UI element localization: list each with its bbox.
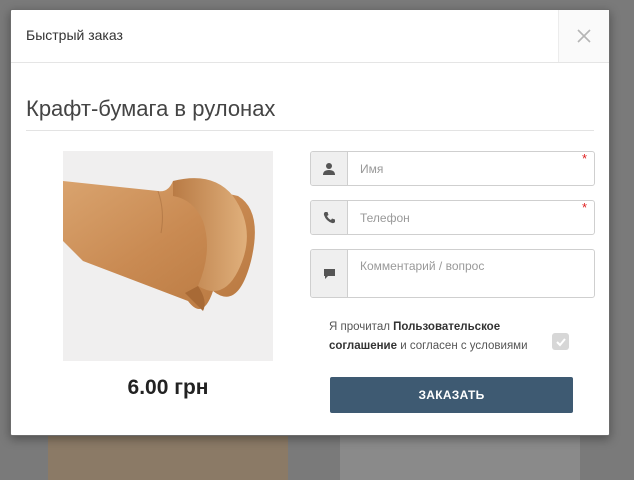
phone-icon-addon xyxy=(311,201,348,234)
user-icon-addon xyxy=(311,152,348,185)
name-input[interactable] xyxy=(348,152,594,185)
quick-order-modal: Быстрый заказ Крафт-бумага в рулонах 6.0… xyxy=(10,9,610,436)
product-image xyxy=(63,151,273,361)
modal-header: Быстрый заказ xyxy=(11,10,609,63)
phone-input[interactable] xyxy=(348,201,594,234)
product-price: 6.00 грн xyxy=(127,376,209,399)
agreement-text: Я прочитал Пользовательское соглашение и… xyxy=(329,318,551,356)
user-icon xyxy=(323,162,335,175)
close-button[interactable] xyxy=(558,10,609,62)
product-title: Крафт-бумага в рулонах xyxy=(26,96,594,131)
name-field: * xyxy=(310,151,595,186)
phone-field: * xyxy=(310,200,595,235)
agreement-prefix: Я прочитал xyxy=(329,321,394,333)
phone-icon xyxy=(323,212,335,224)
comment-icon-addon xyxy=(311,250,348,297)
comment-field xyxy=(310,249,595,298)
comment-input[interactable] xyxy=(348,250,594,297)
agreement-checkbox[interactable] xyxy=(552,333,569,350)
comment-icon xyxy=(323,268,335,279)
required-marker: * xyxy=(581,200,587,215)
modal-title: Быстрый заказ xyxy=(26,27,123,43)
close-icon xyxy=(577,29,591,43)
agreement-suffix: и согласен с условиями xyxy=(397,340,528,352)
required-marker: * xyxy=(581,151,587,166)
kraft-paper-roll-image xyxy=(63,151,273,361)
checkmark-icon xyxy=(555,337,566,346)
order-button[interactable]: ЗАКАЗАТЬ xyxy=(330,377,573,413)
